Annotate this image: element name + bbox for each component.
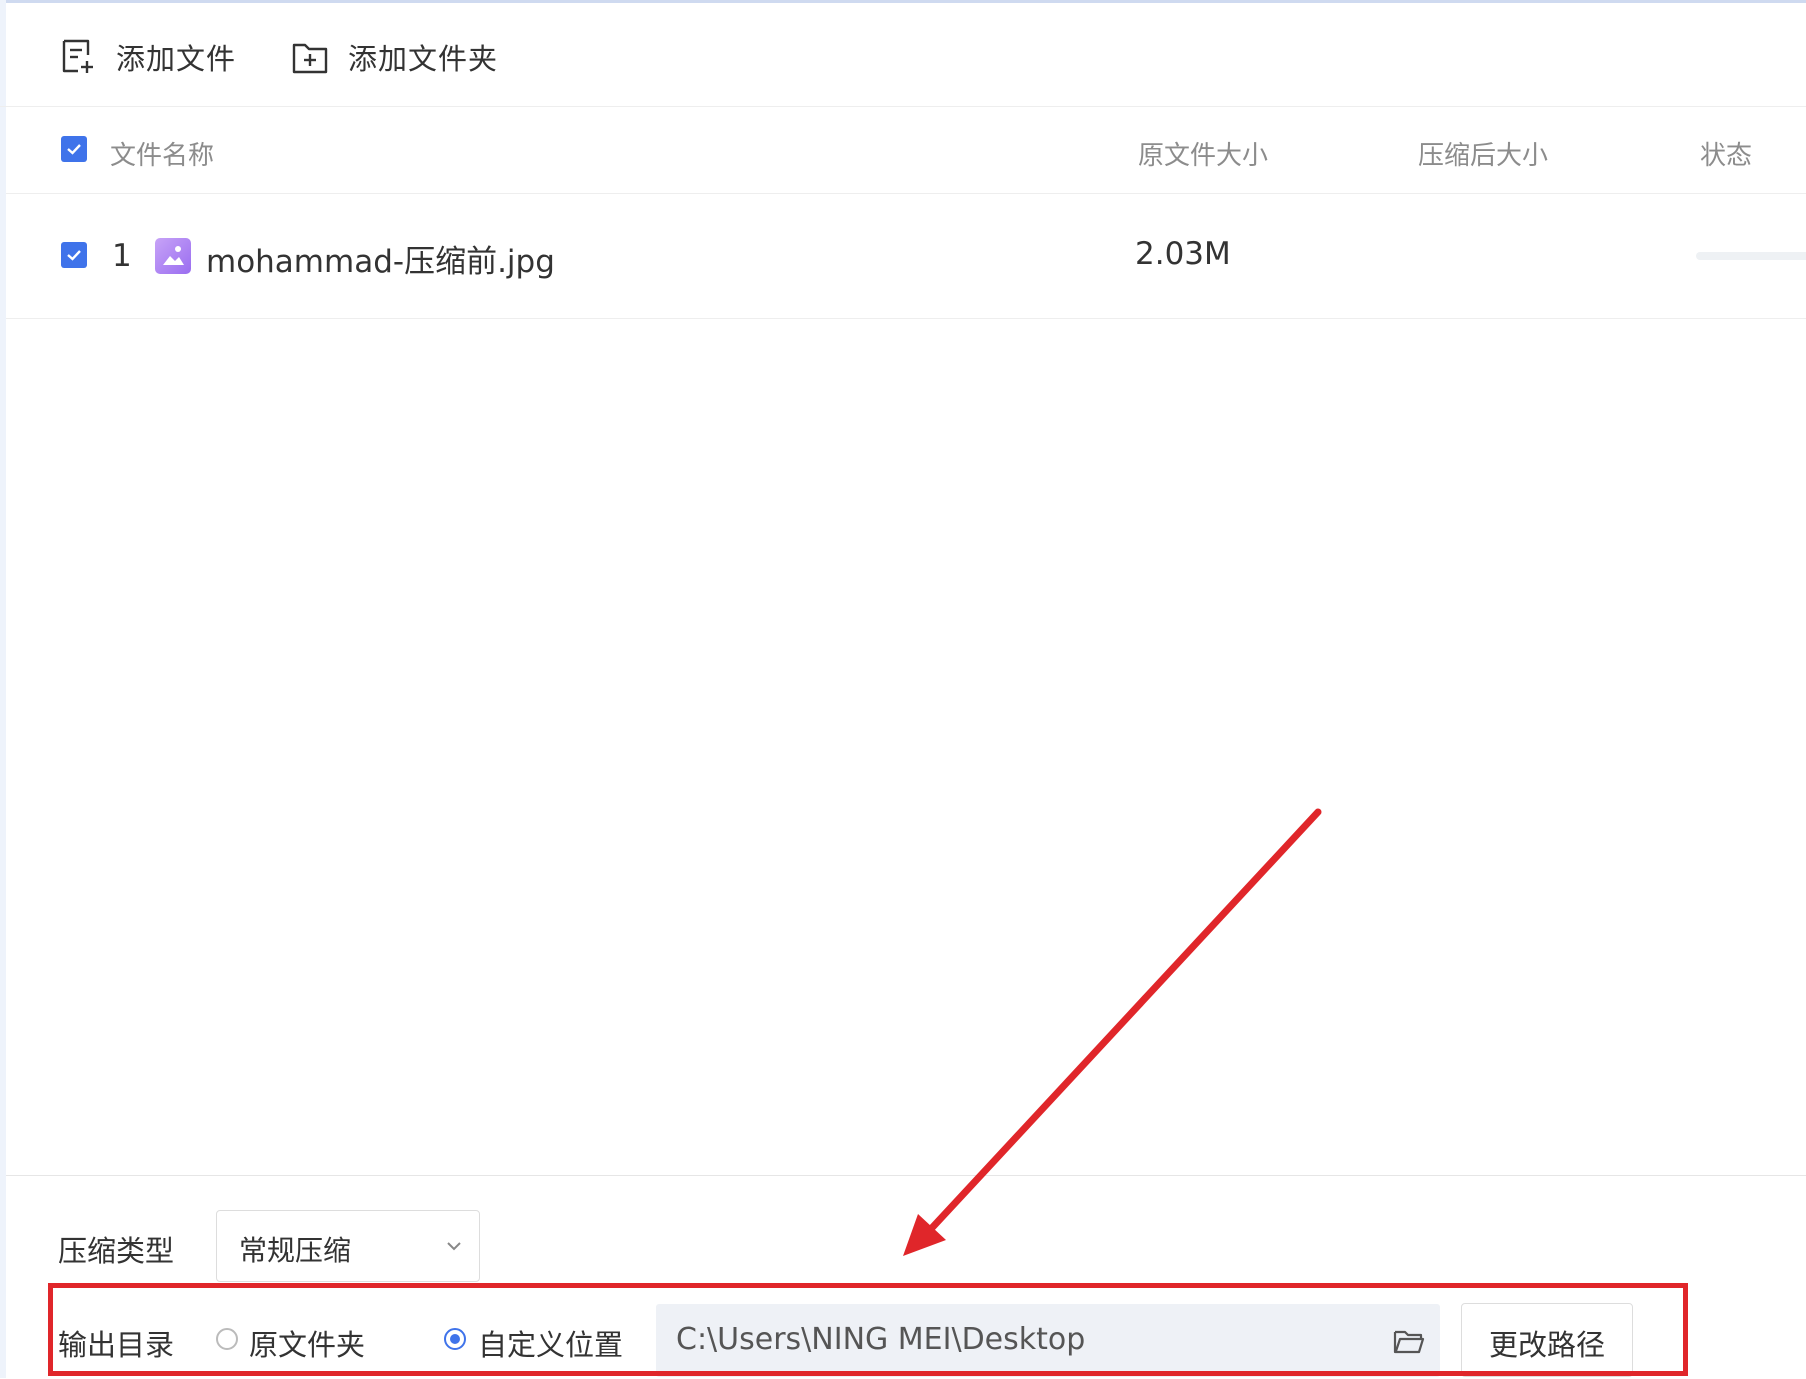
- folder-open-icon[interactable]: [1392, 1324, 1426, 1358]
- row-checkbox[interactable]: [61, 242, 87, 268]
- add-folder-label: 添加文件夹: [348, 42, 499, 76]
- change-path-label: 更改路径: [1488, 1328, 1605, 1362]
- output-path-field[interactable]: C:\Users\NING MEI\Desktop: [656, 1304, 1440, 1377]
- add-file-icon: [62, 39, 93, 73]
- chevron-down-icon: [447, 1242, 461, 1251]
- table-row[interactable]: 1 mohammad-压缩前.jpg 2.03M: [6, 194, 1806, 319]
- check-icon: [67, 250, 81, 261]
- check-icon: [67, 144, 81, 155]
- original-size: 2.03M: [1135, 236, 1231, 272]
- custom-location-label: 自定义位置: [478, 1328, 624, 1362]
- header-compressed-size: 压缩后大小: [1418, 141, 1549, 171]
- output-dir-label: 输出目录: [58, 1328, 175, 1362]
- header-original-size: 原文件大小: [1138, 141, 1269, 171]
- change-path-button[interactable]: 更改路径: [1461, 1303, 1633, 1377]
- settings-panel: 压缩类型 常规压缩 输出目录 原文件夹 自定义位置 C:\Users\NING …: [6, 1175, 1806, 1379]
- select-all-checkbox[interactable]: [61, 136, 87, 162]
- original-folder-label: 原文件夹: [249, 1328, 366, 1362]
- compress-type-value: 常规压缩: [239, 1234, 352, 1267]
- table-header: 文件名称 原文件大小 压缩后大小 状态: [6, 107, 1806, 194]
- add-folder-button[interactable]: 添加文件夹: [290, 33, 498, 81]
- output-path-value: C:\Users\NING MEI\Desktop: [676, 1322, 1086, 1357]
- row-index: 1: [112, 238, 132, 274]
- compress-type-label: 压缩类型: [58, 1234, 175, 1268]
- file-name: mohammad-压缩前.jpg: [206, 244, 555, 280]
- toolbar: 添加文件 添加文件夹: [0, 3, 1806, 107]
- radio-custom-location[interactable]: [444, 1328, 466, 1350]
- compress-type-select[interactable]: 常规压缩: [216, 1210, 480, 1282]
- status-progress-bar: [1696, 252, 1806, 260]
- header-status: 状态: [1700, 141, 1753, 171]
- radio-original-folder[interactable]: [216, 1328, 238, 1350]
- add-file-button[interactable]: 添加文件: [58, 33, 236, 81]
- header-file-name: 文件名称: [110, 141, 215, 171]
- add-file-label: 添加文件: [116, 42, 237, 76]
- image-file-icon: [155, 238, 191, 274]
- add-folder-icon: [292, 43, 328, 74]
